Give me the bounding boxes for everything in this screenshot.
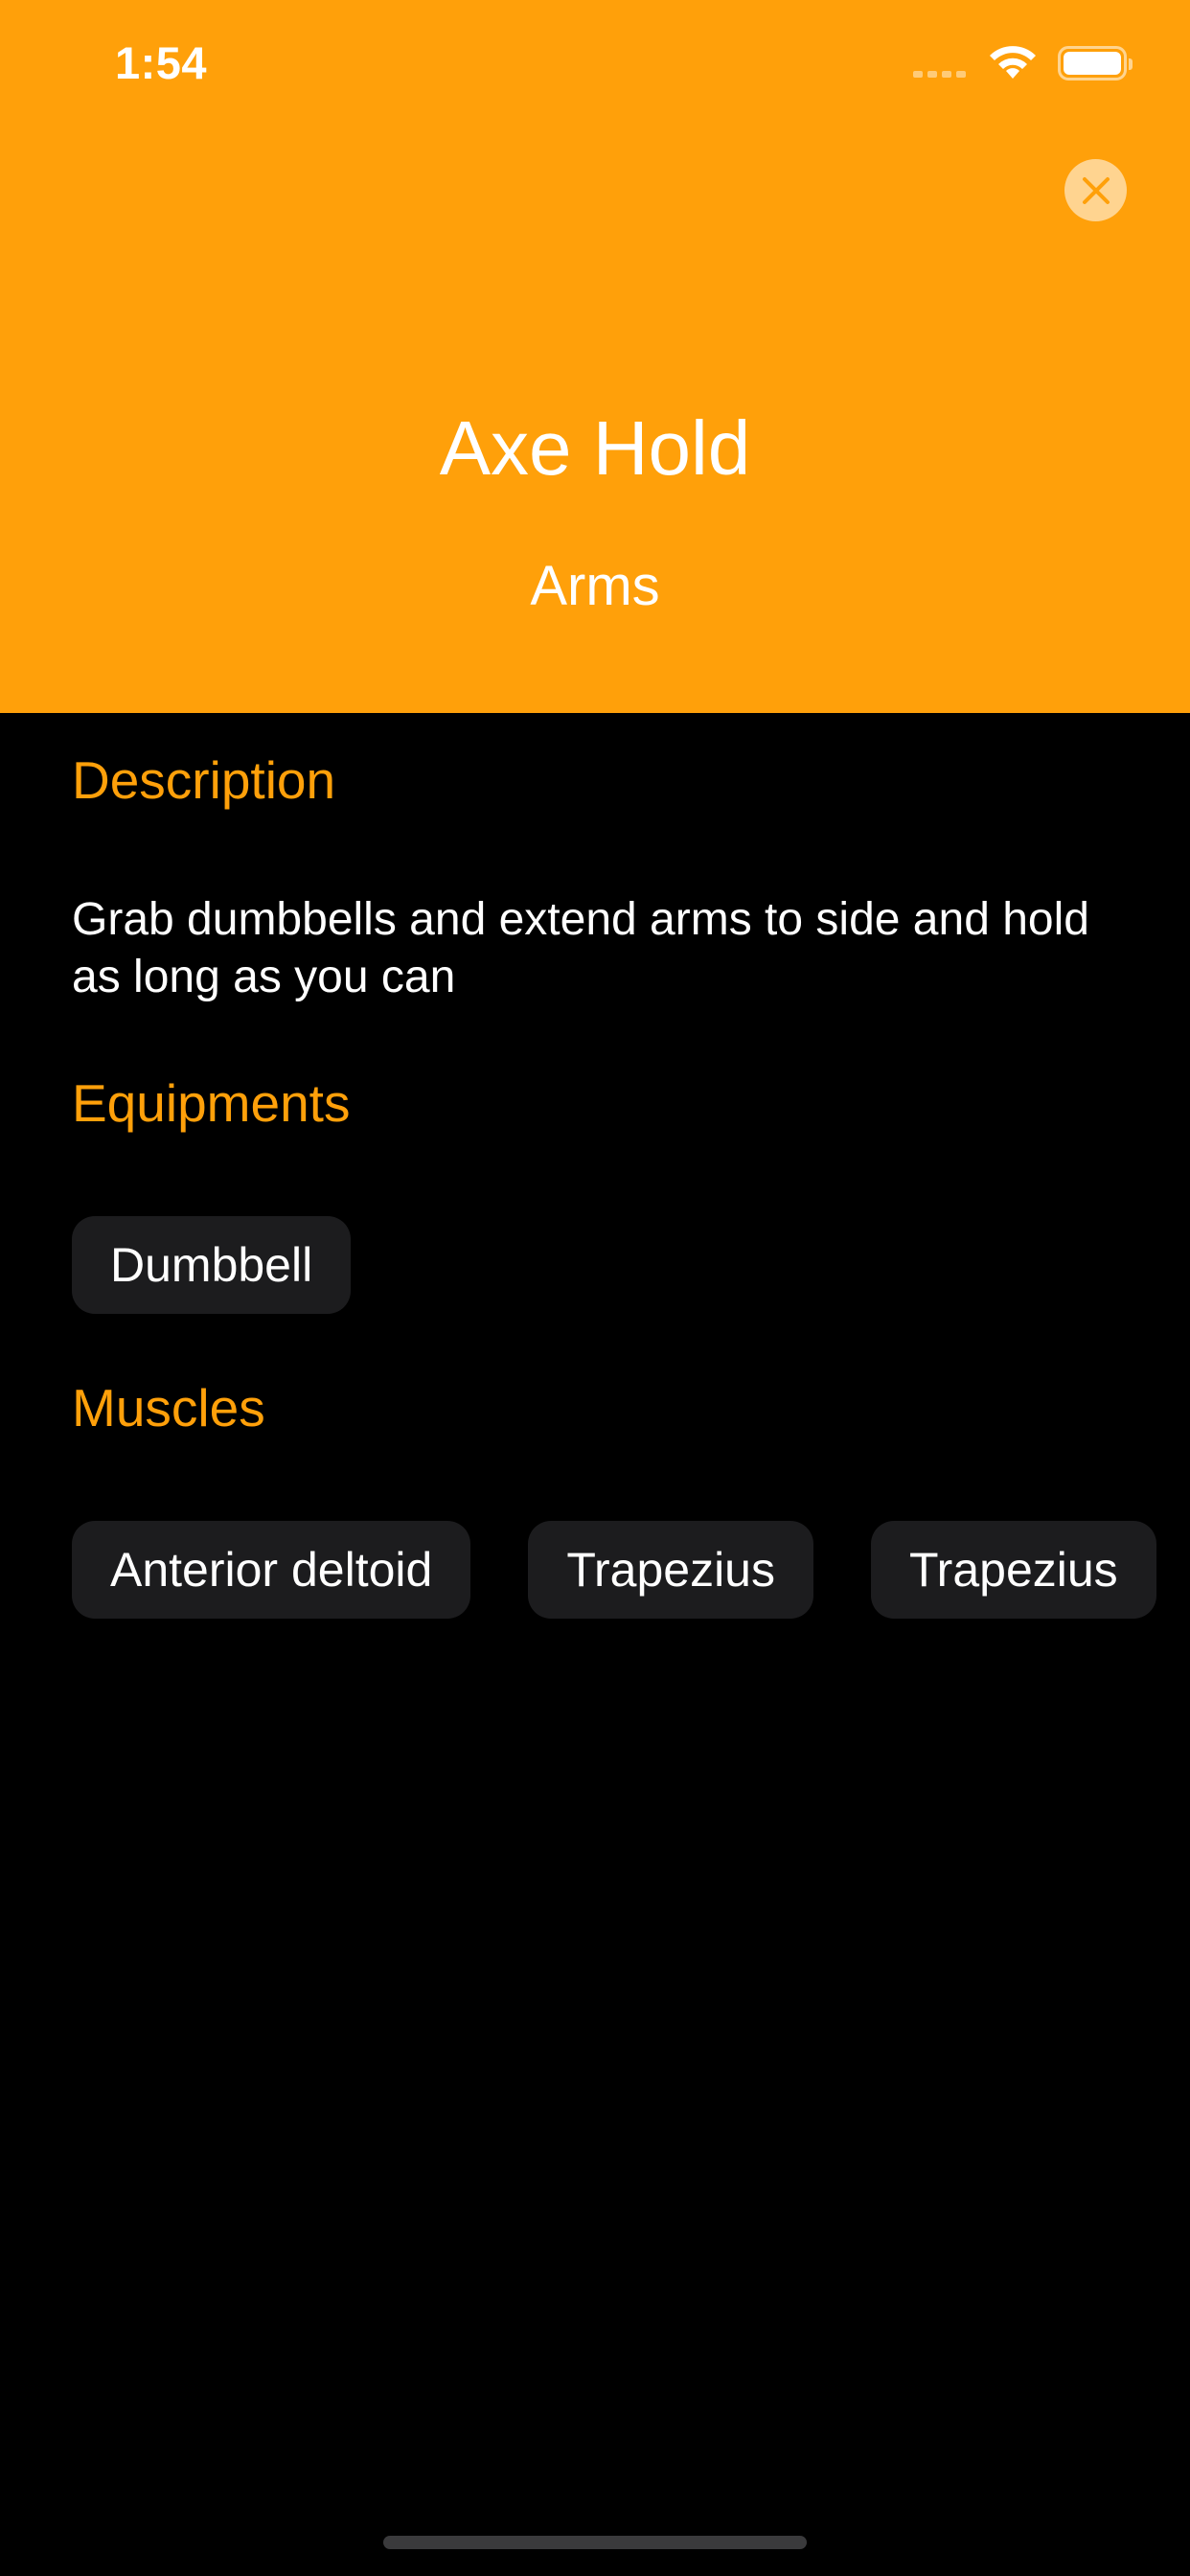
description-heading: Description bbox=[72, 750, 336, 810]
equipment-chip[interactable]: Dumbbell bbox=[72, 1216, 352, 1314]
close-button[interactable] bbox=[1064, 159, 1127, 221]
muscles-list: Anterior deltoid Trapezius Trapezius bbox=[72, 1521, 1156, 1619]
battery-icon bbox=[1058, 46, 1133, 80]
wifi-icon bbox=[990, 46, 1036, 79]
status-time: 1:54 bbox=[115, 37, 208, 88]
close-icon bbox=[1082, 176, 1110, 204]
muscles-heading: Muscles bbox=[72, 1378, 265, 1438]
status-icons bbox=[913, 44, 1133, 82]
description-text: Grab dumbbells and extend arms to side a… bbox=[72, 894, 1089, 1002]
exercise-header: 1:54 Axe Hold Arms bbox=[0, 0, 1190, 713]
muscle-chip[interactable]: Trapezius bbox=[871, 1521, 1156, 1619]
home-indicator bbox=[383, 2536, 807, 2549]
exercise-category: Arms bbox=[530, 555, 660, 617]
equipments-heading: Equipments bbox=[72, 1073, 351, 1133]
muscle-chip[interactable]: Trapezius bbox=[528, 1521, 813, 1619]
exercise-title: Axe Hold bbox=[439, 405, 751, 491]
muscle-chip[interactable]: Anterior deltoid bbox=[72, 1521, 471, 1619]
equipments-list: Dumbbell bbox=[72, 1216, 352, 1314]
cellular-signal-icon bbox=[913, 49, 966, 78]
